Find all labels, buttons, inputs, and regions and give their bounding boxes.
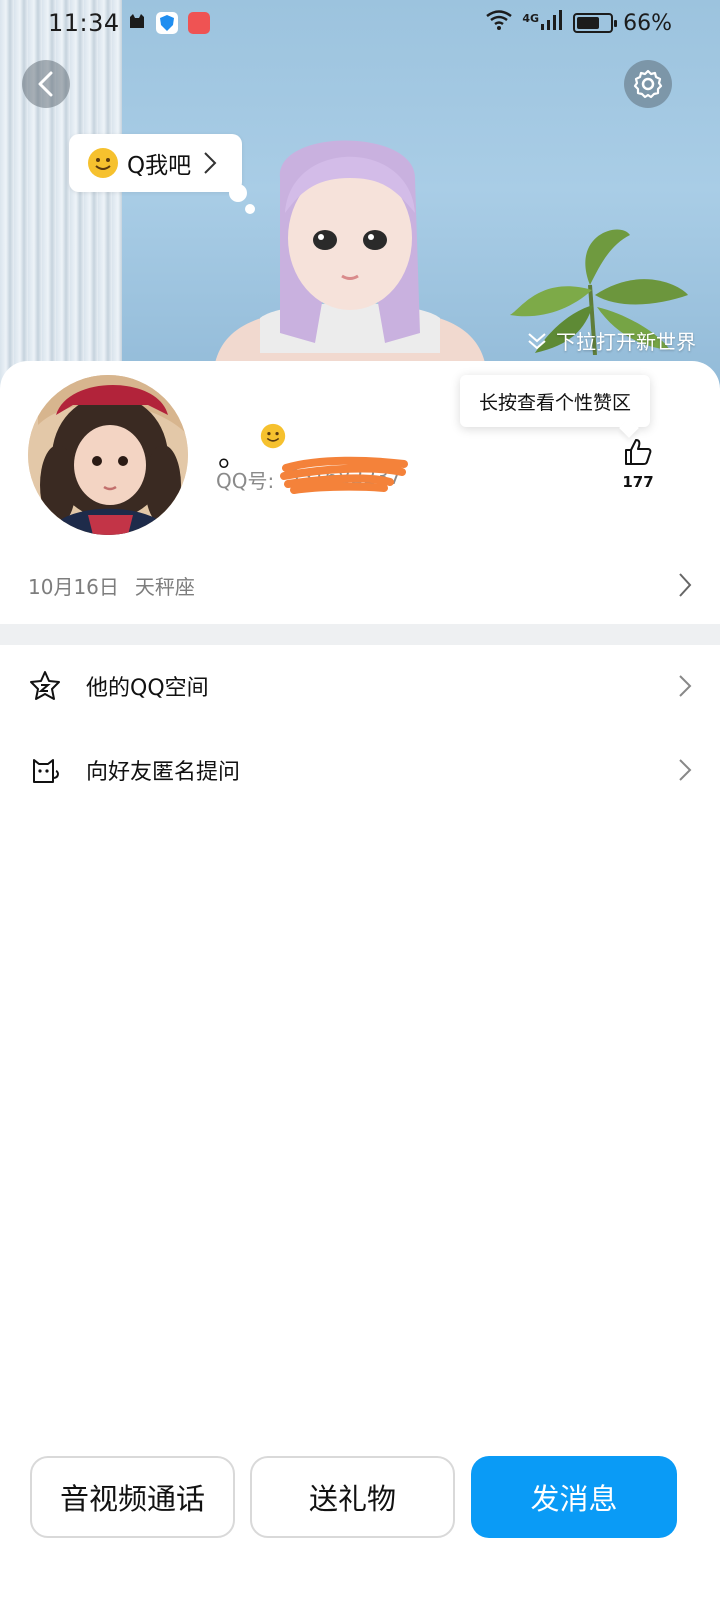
tooltip-text: 长按查看个性赞区 xyxy=(478,391,631,414)
like-area-tooltip: 长按查看个性赞区 xyxy=(460,375,650,427)
chevron-right-icon xyxy=(679,573,692,597)
security-shield-icon xyxy=(155,12,178,34)
menu-item-anonymous-question[interactable]: 向好友匿名提问 xyxy=(0,730,720,810)
smile-emoji-icon xyxy=(260,423,286,449)
chevron-right-icon xyxy=(679,759,692,781)
3d-avatar-figure[interactable] xyxy=(205,118,495,363)
battery-level-fill xyxy=(577,17,600,29)
battery-percent: 66% xyxy=(623,10,672,36)
redaction-scribble xyxy=(280,456,408,494)
like-button[interactable]: 177 xyxy=(616,437,660,491)
send-message-button[interactable]: 发消息 xyxy=(471,1456,677,1538)
like-count: 177 xyxy=(622,473,654,491)
zodiac-text: 天秤座 xyxy=(134,574,195,599)
birthday-text: 10月16日 xyxy=(28,574,119,599)
status-bar: 11:34 4G 66% xyxy=(0,0,720,46)
battery-icon xyxy=(573,13,618,33)
gear-icon xyxy=(633,69,663,99)
qq-number-label: QQ号: xyxy=(216,469,275,493)
chevron-right-icon xyxy=(679,675,692,697)
back-arrow-icon xyxy=(38,71,53,97)
pull-hint-text: 下拉打开新世界 xyxy=(556,330,696,354)
chevron-right-icon xyxy=(204,152,217,174)
profile-card: 。 QQ号: 551682237 长按查看个性赞区 177 10月16日 天秤座… xyxy=(0,361,720,1600)
bubble-tail xyxy=(229,184,247,202)
back-button[interactable] xyxy=(22,60,70,108)
signal-icon xyxy=(541,10,563,36)
bubble-text: Q我吧 xyxy=(127,153,192,179)
wifi-icon xyxy=(486,10,513,36)
profile-banner[interactable]: 11:34 4G 66% Q我吧 下拉打开新世界 xyxy=(0,0,720,420)
cat-app-icon xyxy=(128,12,146,34)
send-gift-button[interactable]: 送礼物 xyxy=(250,1456,455,1538)
pull-down-hint: 下拉打开新世界 xyxy=(526,326,696,355)
bubble-tail-dot xyxy=(245,204,255,214)
menu-item-label: 他的QQ空间 xyxy=(86,676,209,701)
double-chevron-down-icon xyxy=(528,332,546,349)
smile-emoji-icon xyxy=(88,148,118,178)
video-call-button[interactable]: 音视频通话 xyxy=(30,1456,235,1538)
red-app-icon xyxy=(187,12,210,34)
settings-button[interactable] xyxy=(624,60,672,108)
q-me-bubble[interactable]: Q我吧 xyxy=(69,134,242,192)
status-time: 11:34 xyxy=(48,9,120,37)
birthday-row[interactable]: 10月16日 天秤座 xyxy=(0,553,720,617)
thumbs-up-icon xyxy=(625,439,652,465)
section-divider xyxy=(0,624,720,645)
network-type: 4G xyxy=(522,11,540,25)
menu-item-label: 向好友匿名提问 xyxy=(86,760,241,785)
anonymous-cat-icon xyxy=(33,759,59,783)
qzone-star-icon xyxy=(30,671,60,700)
menu-item-qzone[interactable]: 他的QQ空间 xyxy=(0,646,720,726)
curtain-decoration xyxy=(0,0,122,420)
avatar[interactable] xyxy=(28,375,188,535)
